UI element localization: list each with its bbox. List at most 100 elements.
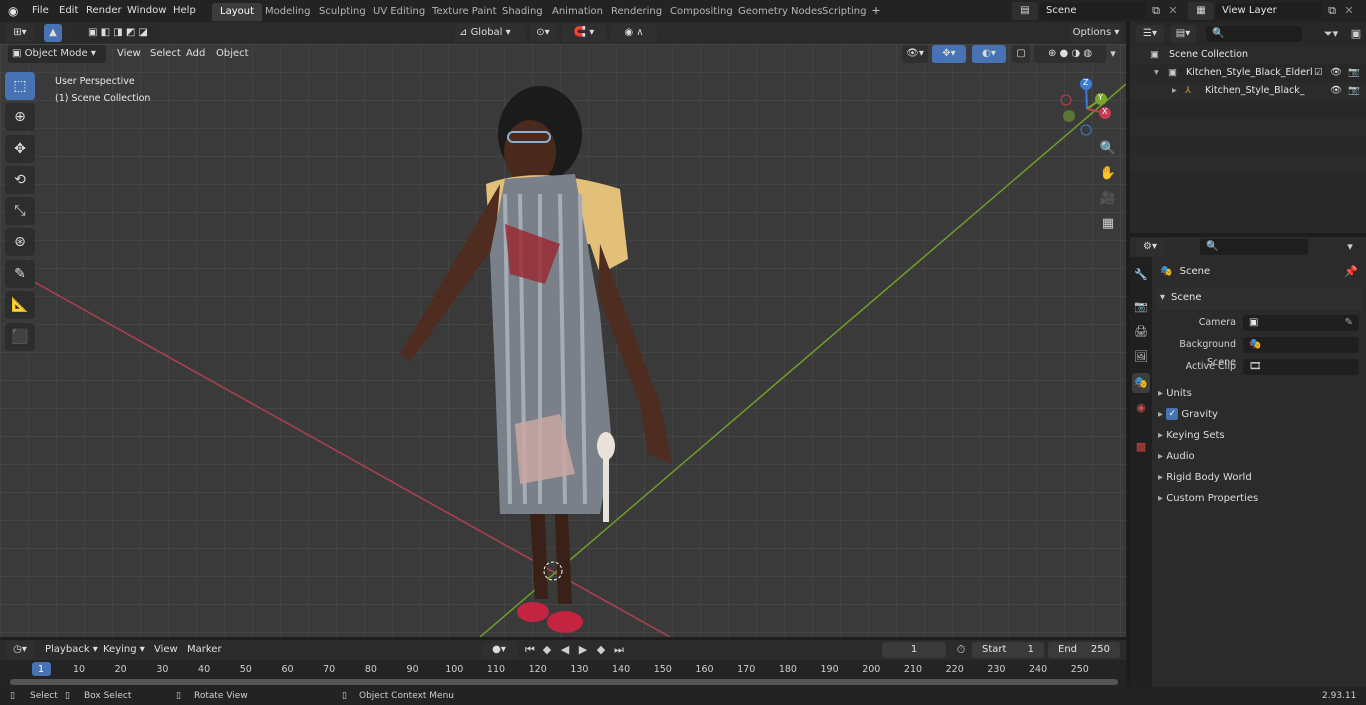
eyedropper-icon[interactable]: ✎ <box>1345 315 1353 331</box>
prev-keyframe-icon[interactable]: ◆ <box>539 641 555 659</box>
play-icon[interactable]: ▶ <box>575 641 591 659</box>
proportional-editing-icon[interactable]: ◉ ∧ <box>611 24 657 42</box>
zoom-icon[interactable]: 🔍 <box>1098 140 1118 158</box>
menu-add[interactable]: Add <box>181 46 210 62</box>
eye-icon[interactable]: 👁 <box>1330 82 1342 100</box>
pin-icon[interactable]: 📌 <box>1344 263 1358 281</box>
texture-tab-icon[interactable]: ▩ <box>1132 437 1150 457</box>
rotate-tool-icon[interactable]: ⟲ <box>5 166 35 194</box>
scene-browse-icon[interactable]: ▤ <box>1012 2 1038 20</box>
tab-texture-paint[interactable]: Texture Paint <box>424 3 505 21</box>
pan-hand-icon[interactable]: ✋ <box>1098 165 1118 183</box>
outliner-search-input[interactable]: 🔍 <box>1206 26 1302 42</box>
output-tab-icon[interactable]: 🖨 <box>1132 322 1150 342</box>
visibility-icon[interactable]: 👁▾ <box>902 45 928 63</box>
menu-marker[interactable]: Marker <box>182 642 227 658</box>
timeline-scrollbar[interactable] <box>10 679 1118 685</box>
keying-sets-panel[interactable]: ▸ Keying Sets <box>1158 425 1225 446</box>
scene-panel-header[interactable]: ▾ Scene <box>1156 288 1362 310</box>
copy-view-layer-icon[interactable]: ⧉ <box>1324 2 1340 20</box>
custom-properties-panel[interactable]: ▸ Custom Properties <box>1158 488 1258 509</box>
display-mode-icon[interactable]: ▤▾ <box>1170 25 1196 43</box>
menu-render[interactable]: Render <box>81 3 127 19</box>
transform-tool-icon[interactable]: ⊛ <box>5 228 35 256</box>
filter-icon[interactable]: ⏷▾ <box>1318 25 1344 43</box>
audio-panel[interactable]: ▸ Audio <box>1158 446 1195 467</box>
outliner-scene-collection[interactable]: ▣ Scene Collection <box>1130 46 1366 64</box>
shading-mode-icons[interactable]: ⊕ ● ◑ ◍ <box>1034 45 1106 63</box>
menu-object[interactable]: Object <box>211 46 254 62</box>
active-clip-field[interactable]: 🎞 <box>1243 359 1359 375</box>
editor-type-icon[interactable]: ⊞▾ <box>6 24 34 42</box>
gravity-panel[interactable]: ▸ ✓ Gravity <box>1158 404 1218 425</box>
tab-animation[interactable]: Animation <box>544 3 611 21</box>
cursor-tool-icon[interactable]: ⊕ <box>5 103 35 131</box>
close-scene-icon[interactable]: ✕ <box>1166 2 1180 20</box>
tool-tab-icon[interactable]: 🔧 <box>1132 265 1150 285</box>
menu-playback[interactable]: Playback ▾ <box>40 642 103 658</box>
timeline-editor-type-icon[interactable]: ◷▾ <box>6 641 34 659</box>
gravity-checkbox[interactable]: ✓ <box>1166 408 1179 420</box>
shading-dropdown-icon[interactable]: ▾ <box>1106 45 1120 63</box>
menu-view[interactable]: View <box>112 46 146 62</box>
xray-icon[interactable]: ▢ <box>1012 45 1030 63</box>
camera-field[interactable]: ▣ ✎ <box>1243 315 1359 331</box>
tab-layout[interactable]: Layout <box>212 3 262 21</box>
record-icon[interactable]: ●▾ <box>481 641 517 659</box>
annotate-tool-icon[interactable]: ✎ <box>5 260 35 288</box>
outliner-item-collection[interactable]: ▾ ▣ Kitchen_Style_Black_Elderly_W ☑ 👁 📷 <box>1130 64 1366 82</box>
add-cube-tool-icon[interactable]: ⬛ <box>5 323 35 351</box>
units-panel[interactable]: ▸ Units <box>1158 383 1192 404</box>
camera-render-icon[interactable]: 📷 <box>1348 64 1360 82</box>
menu-edit[interactable]: Edit <box>54 3 83 19</box>
3d-viewport[interactable]: User Perspective (1) Scene Collection Z … <box>0 44 1126 637</box>
tweak-tool-icon[interactable]: ▲ <box>44 24 62 42</box>
tab-modeling[interactable]: Modeling <box>257 3 319 21</box>
menu-select[interactable]: Select <box>145 46 186 62</box>
overlay-toggle-icon[interactable]: ◐▾ <box>972 45 1006 63</box>
exclude-checkbox-icon[interactable]: ☑ <box>1314 64 1323 82</box>
rigid-body-world-panel[interactable]: ▸ Rigid Body World <box>1158 467 1252 488</box>
view-layer-field[interactable]: View Layer <box>1216 3 1322 19</box>
expand-chevron-icon[interactable]: ▾ <box>1154 64 1159 82</box>
menu-help[interactable]: Help <box>168 3 201 19</box>
tab-uv-editing[interactable]: UV Editing <box>365 3 433 21</box>
menu-keying[interactable]: Keying ▾ <box>98 642 150 658</box>
properties-search-input[interactable]: 🔍 <box>1200 239 1308 255</box>
select-box-tool-icon[interactable]: ⬚ <box>5 72 35 100</box>
tab-rendering[interactable]: Rendering <box>603 3 670 21</box>
outliner-item-object[interactable]: ▸ ⅄ Kitchen_Style_Black_Elde 👁 📷 <box>1130 82 1366 100</box>
options-dropdown[interactable]: Options ▾ <box>1070 24 1122 42</box>
outliner-editor-type-icon[interactable]: ☰▾ <box>1136 25 1164 43</box>
view-layer-browse-icon[interactable]: ▦ <box>1188 2 1214 20</box>
current-frame-field[interactable]: 1 <box>882 642 946 658</box>
scene-tab-icon[interactable]: 🎭 <box>1132 373 1150 393</box>
play-reverse-icon[interactable]: ◀ <box>557 641 573 659</box>
transform-orientation-select[interactable]: ⊿ Global ▾ <box>455 24 525 42</box>
menu-timeline-view[interactable]: View <box>149 642 183 658</box>
start-frame-field[interactable]: Start 1 <box>972 642 1044 658</box>
move-tool-icon[interactable]: ✥ <box>5 135 35 163</box>
stopwatch-icon[interactable]: ⏱ <box>952 641 970 659</box>
snap-icon[interactable]: 🧲 ▾ <box>561 24 607 42</box>
end-frame-field[interactable]: End 250 <box>1048 642 1120 658</box>
expand-chevron-icon[interactable]: ▸ <box>1172 82 1177 100</box>
copy-scene-icon[interactable]: ⧉ <box>1148 2 1164 20</box>
gizmo-toggle-icon[interactable]: ✥▾ <box>932 45 966 63</box>
scale-tool-icon[interactable]: ⤡ <box>5 197 35 225</box>
jump-end-icon[interactable]: ⏭ <box>611 641 627 659</box>
scene-name-field[interactable]: Scene <box>1040 3 1146 19</box>
eye-icon[interactable]: 👁 <box>1330 64 1342 82</box>
properties-editor-type-icon[interactable]: ⚙▾ <box>1136 238 1164 256</box>
camera-render-icon[interactable]: 📷 <box>1348 82 1360 100</box>
camera-view-icon[interactable]: 🎥 <box>1098 190 1118 208</box>
add-workspace-icon[interactable]: + <box>868 2 884 20</box>
menu-file[interactable]: File <box>27 3 54 19</box>
jump-start-icon[interactable]: ⏮ <box>522 641 538 659</box>
selection-mode-icons[interactable]: ▣ ◧ ◨ ◩ ◪ <box>76 24 160 42</box>
measure-tool-icon[interactable]: 📐 <box>5 291 35 319</box>
tab-scripting[interactable]: Scripting <box>814 3 874 21</box>
pivot-point-icon[interactable]: ⊙▾ <box>530 24 556 42</box>
menu-window[interactable]: Window <box>122 3 171 19</box>
close-view-layer-icon[interactable]: ✕ <box>1342 2 1356 20</box>
